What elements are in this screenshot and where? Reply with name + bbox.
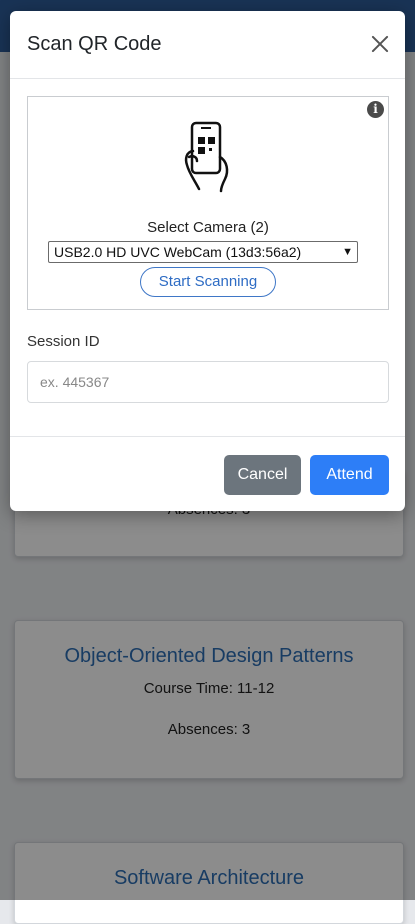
select-camera-label: Select Camera (2) xyxy=(147,219,269,236)
camera-select-value: USB2.0 HD UVC WebCam (13d3:56a2) xyxy=(54,244,302,260)
scan-qr-modal: Scan QR Code i Select Camera (2) USB2.0 … xyxy=(10,11,405,511)
phone-qr-scan-icon xyxy=(184,121,229,193)
attend-button[interactable]: Attend xyxy=(310,455,389,495)
modal-title: Scan QR Code xyxy=(27,33,162,55)
session-id-label: Session ID xyxy=(27,333,100,350)
session-id-placeholder: ex. 445367 xyxy=(40,374,110,390)
start-scanning-button[interactable]: Start Scanning xyxy=(140,267,276,297)
modal-header: Scan QR Code xyxy=(10,11,405,79)
info-icon[interactable]: i xyxy=(367,101,384,118)
chevron-down-icon: ▼ xyxy=(342,246,353,258)
qr-scanner-panel: i Select Camera (2) USB2.0 HD UVC WebCam… xyxy=(27,96,389,310)
close-icon[interactable] xyxy=(369,33,391,55)
camera-select[interactable]: USB2.0 HD UVC WebCam (13d3:56a2) ▼ xyxy=(48,241,358,263)
session-id-input[interactable]: ex. 445367 xyxy=(27,361,389,403)
cancel-button[interactable]: Cancel xyxy=(224,455,301,495)
modal-footer: Cancel Attend xyxy=(10,436,405,512)
